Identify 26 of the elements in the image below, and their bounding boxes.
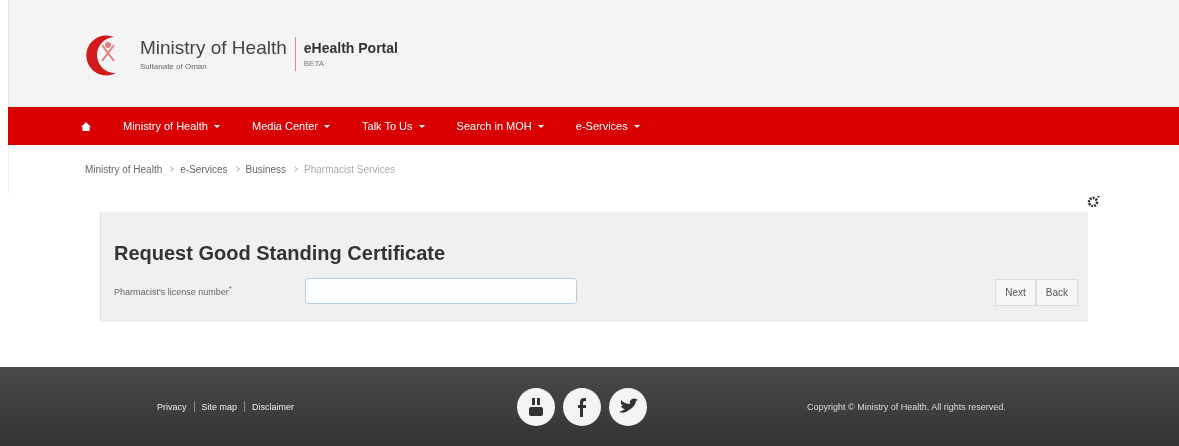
nav-menu-item[interactable]: Ministry of Health [123, 120, 220, 132]
nav-menu-item[interactable]: Talk To Us [362, 120, 425, 132]
nav-menu-item[interactable]: Media Center [252, 120, 331, 132]
portal-title: eHealth Portal [303, 39, 398, 56]
breadcrumb-link[interactable]: Business [245, 163, 287, 175]
field-label: Pharmacist's license number$^{*}$ [114, 284, 233, 297]
site-subtitle: Sultanate of Oman [140, 61, 208, 71]
nav-menu-item[interactable]: Search in MOH [456, 120, 544, 132]
facebook-icon[interactable] [563, 387, 601, 426]
footer-link[interactable]: Disclaimer [252, 401, 295, 412]
footer-link[interactable]: Privacy [157, 401, 187, 412]
copyright-text: Copyright © Ministry of Health. All rights reserved. [807, 401, 1006, 412]
bird-icon[interactable] [609, 387, 647, 426]
license-number-field[interactable] [305, 277, 577, 304]
footer-link[interactable]: Site map [201, 401, 238, 412]
beta-label: BETA [303, 58, 326, 68]
breadcrumb-link[interactable]: Ministry of Health [85, 163, 163, 175]
form-button[interactable]: Back [1035, 279, 1078, 306]
site-title: Ministry of Health [140, 36, 287, 59]
nav-menu-item[interactable]: e-Services [575, 120, 640, 132]
settings-icon[interactable] [1087, 195, 1101, 207]
form-title: Request Good Standing Certificate [114, 242, 447, 265]
breadcrumb-current: Pharmacist Services [304, 163, 396, 175]
home-icon[interactable] [81, 121, 91, 131]
form-button[interactable]: Next [995, 279, 1036, 306]
breadcrumb-link[interactable]: e-Services [180, 163, 228, 175]
